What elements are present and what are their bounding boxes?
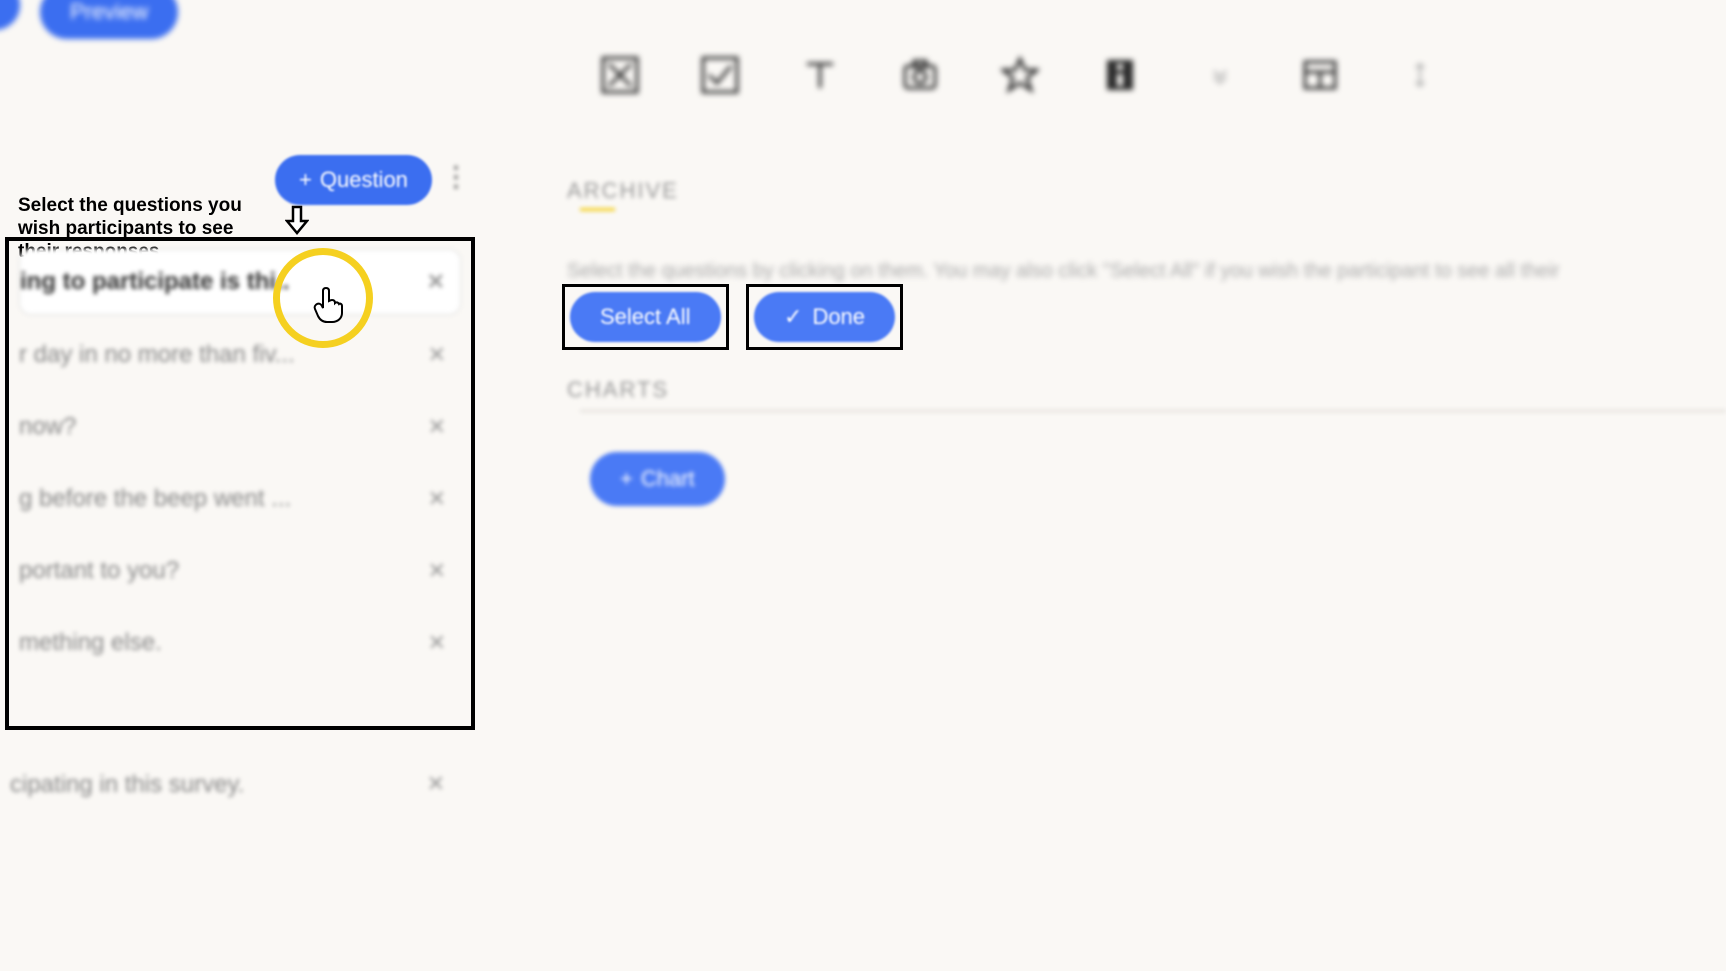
question-text: cipating in this survey. (10, 771, 244, 798)
question-label: Question (320, 167, 408, 193)
question-text: mething else. (19, 629, 162, 657)
preview-label: Preview (70, 0, 148, 24)
close-icon[interactable]: ✕ (427, 771, 445, 797)
question-text: g before the beep went ... (19, 485, 291, 513)
close-icon[interactable]: ✕ (427, 269, 445, 295)
cursor-hand-icon (313, 285, 343, 323)
chevron-icon[interactable] (1200, 55, 1240, 95)
info-icon[interactable] (1100, 55, 1140, 95)
question-text: portant to you? (19, 557, 179, 585)
done-button[interactable]: ✓ Done (754, 292, 895, 342)
question-item[interactable]: portant to you? ✕ (19, 539, 461, 603)
select-all-button[interactable]: Select All (570, 292, 721, 342)
close-icon[interactable]: ✕ (428, 486, 446, 512)
add-chart-button[interactable]: + Chart (590, 452, 725, 506)
question-item[interactable]: g before the beep went ... ✕ (19, 467, 461, 531)
more-menu-icon[interactable]: ⋮ (442, 160, 470, 193)
done-label: Done (812, 304, 865, 330)
question-item[interactable]: now? ✕ (19, 395, 461, 459)
close-icon[interactable]: ✕ (428, 414, 446, 440)
plus-icon: + (620, 466, 633, 492)
close-box-icon[interactable] (600, 55, 640, 95)
add-question-button[interactable]: + Question (275, 155, 432, 205)
archive-heading: ARCHIVE (567, 178, 679, 204)
check-icon: ✓ (784, 304, 802, 330)
done-highlight: ✓ Done (746, 284, 903, 350)
close-icon[interactable]: ✕ (428, 558, 446, 584)
plus-icon: + (299, 167, 312, 193)
checkbox-icon[interactable] (700, 55, 740, 95)
close-icon[interactable]: ✕ (428, 630, 446, 656)
question-item[interactable]: cipating in this survey. ✕ (10, 753, 460, 817)
star-icon[interactable] (1000, 55, 1040, 95)
chart-label: Chart (641, 466, 695, 492)
layout-icon[interactable] (1300, 55, 1340, 95)
select-all-label: Select All (600, 304, 691, 329)
question-text: r day in no more than fiv... (19, 341, 295, 369)
archive-description: Select the questions by clicking on them… (567, 260, 1560, 283)
arrow-down-icon (285, 205, 309, 235)
question-item[interactable]: mething else. ✕ (19, 611, 461, 675)
camera-icon[interactable] (900, 55, 940, 95)
select-all-highlight: Select All (562, 284, 729, 350)
question-item[interactable]: ing to participate is thi.. ✕ (19, 249, 461, 315)
archive-underline (580, 208, 615, 211)
resize-icon[interactable] (1400, 55, 1440, 95)
charts-heading: CHARTS (567, 377, 669, 403)
toolbar (580, 40, 1726, 110)
header-circle (0, 0, 20, 30)
preview-button[interactable]: Preview (40, 0, 178, 39)
question-list-panel: ing to participate is thi.. ✕ r day in n… (5, 237, 475, 730)
question-text: ing to participate is thi.. (20, 268, 289, 296)
charts-divider (580, 410, 1726, 412)
question-item[interactable]: r day in no more than fiv... ✕ (19, 323, 461, 387)
close-icon[interactable]: ✕ (428, 342, 446, 368)
question-text: now? (19, 413, 76, 441)
text-icon[interactable] (800, 55, 840, 95)
